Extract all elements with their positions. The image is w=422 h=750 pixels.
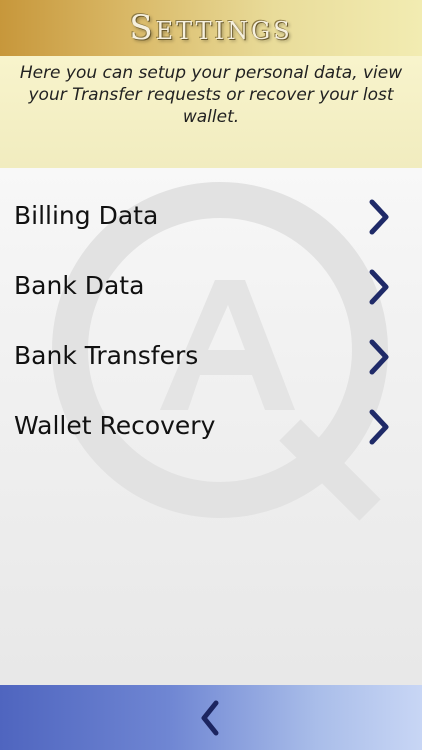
chevron-right-icon <box>369 409 389 445</box>
menu-item-label: Wallet Recovery <box>14 411 216 440</box>
menu-item-label: Billing Data <box>14 201 159 230</box>
page-title: Settings <box>129 8 293 48</box>
chevron-right-icon <box>369 269 389 305</box>
menu-item-wallet-recovery[interactable]: Wallet Recovery <box>0 393 422 463</box>
footer-bar <box>0 685 422 750</box>
menu-item-bank-data[interactable]: Bank Data <box>0 253 422 323</box>
menu-item-label: Bank Transfers <box>14 341 199 370</box>
chevron-right-icon <box>369 199 389 235</box>
chevron-right-icon <box>369 339 389 375</box>
menu-item-bank-transfers[interactable]: Bank Transfers <box>0 323 422 393</box>
menu-item-billing-data[interactable]: Billing Data <box>0 183 422 253</box>
menu-item-label: Bank Data <box>14 271 145 300</box>
intro-text: Here you can setup your personal data, v… <box>19 63 403 127</box>
header-bar: Settings <box>0 0 422 56</box>
intro-panel: Here you can setup your personal data, v… <box>0 56 422 209</box>
settings-menu: Billing Data Bank Data Bank Transfers Wa… <box>0 183 422 463</box>
back-button[interactable] <box>196 699 226 737</box>
